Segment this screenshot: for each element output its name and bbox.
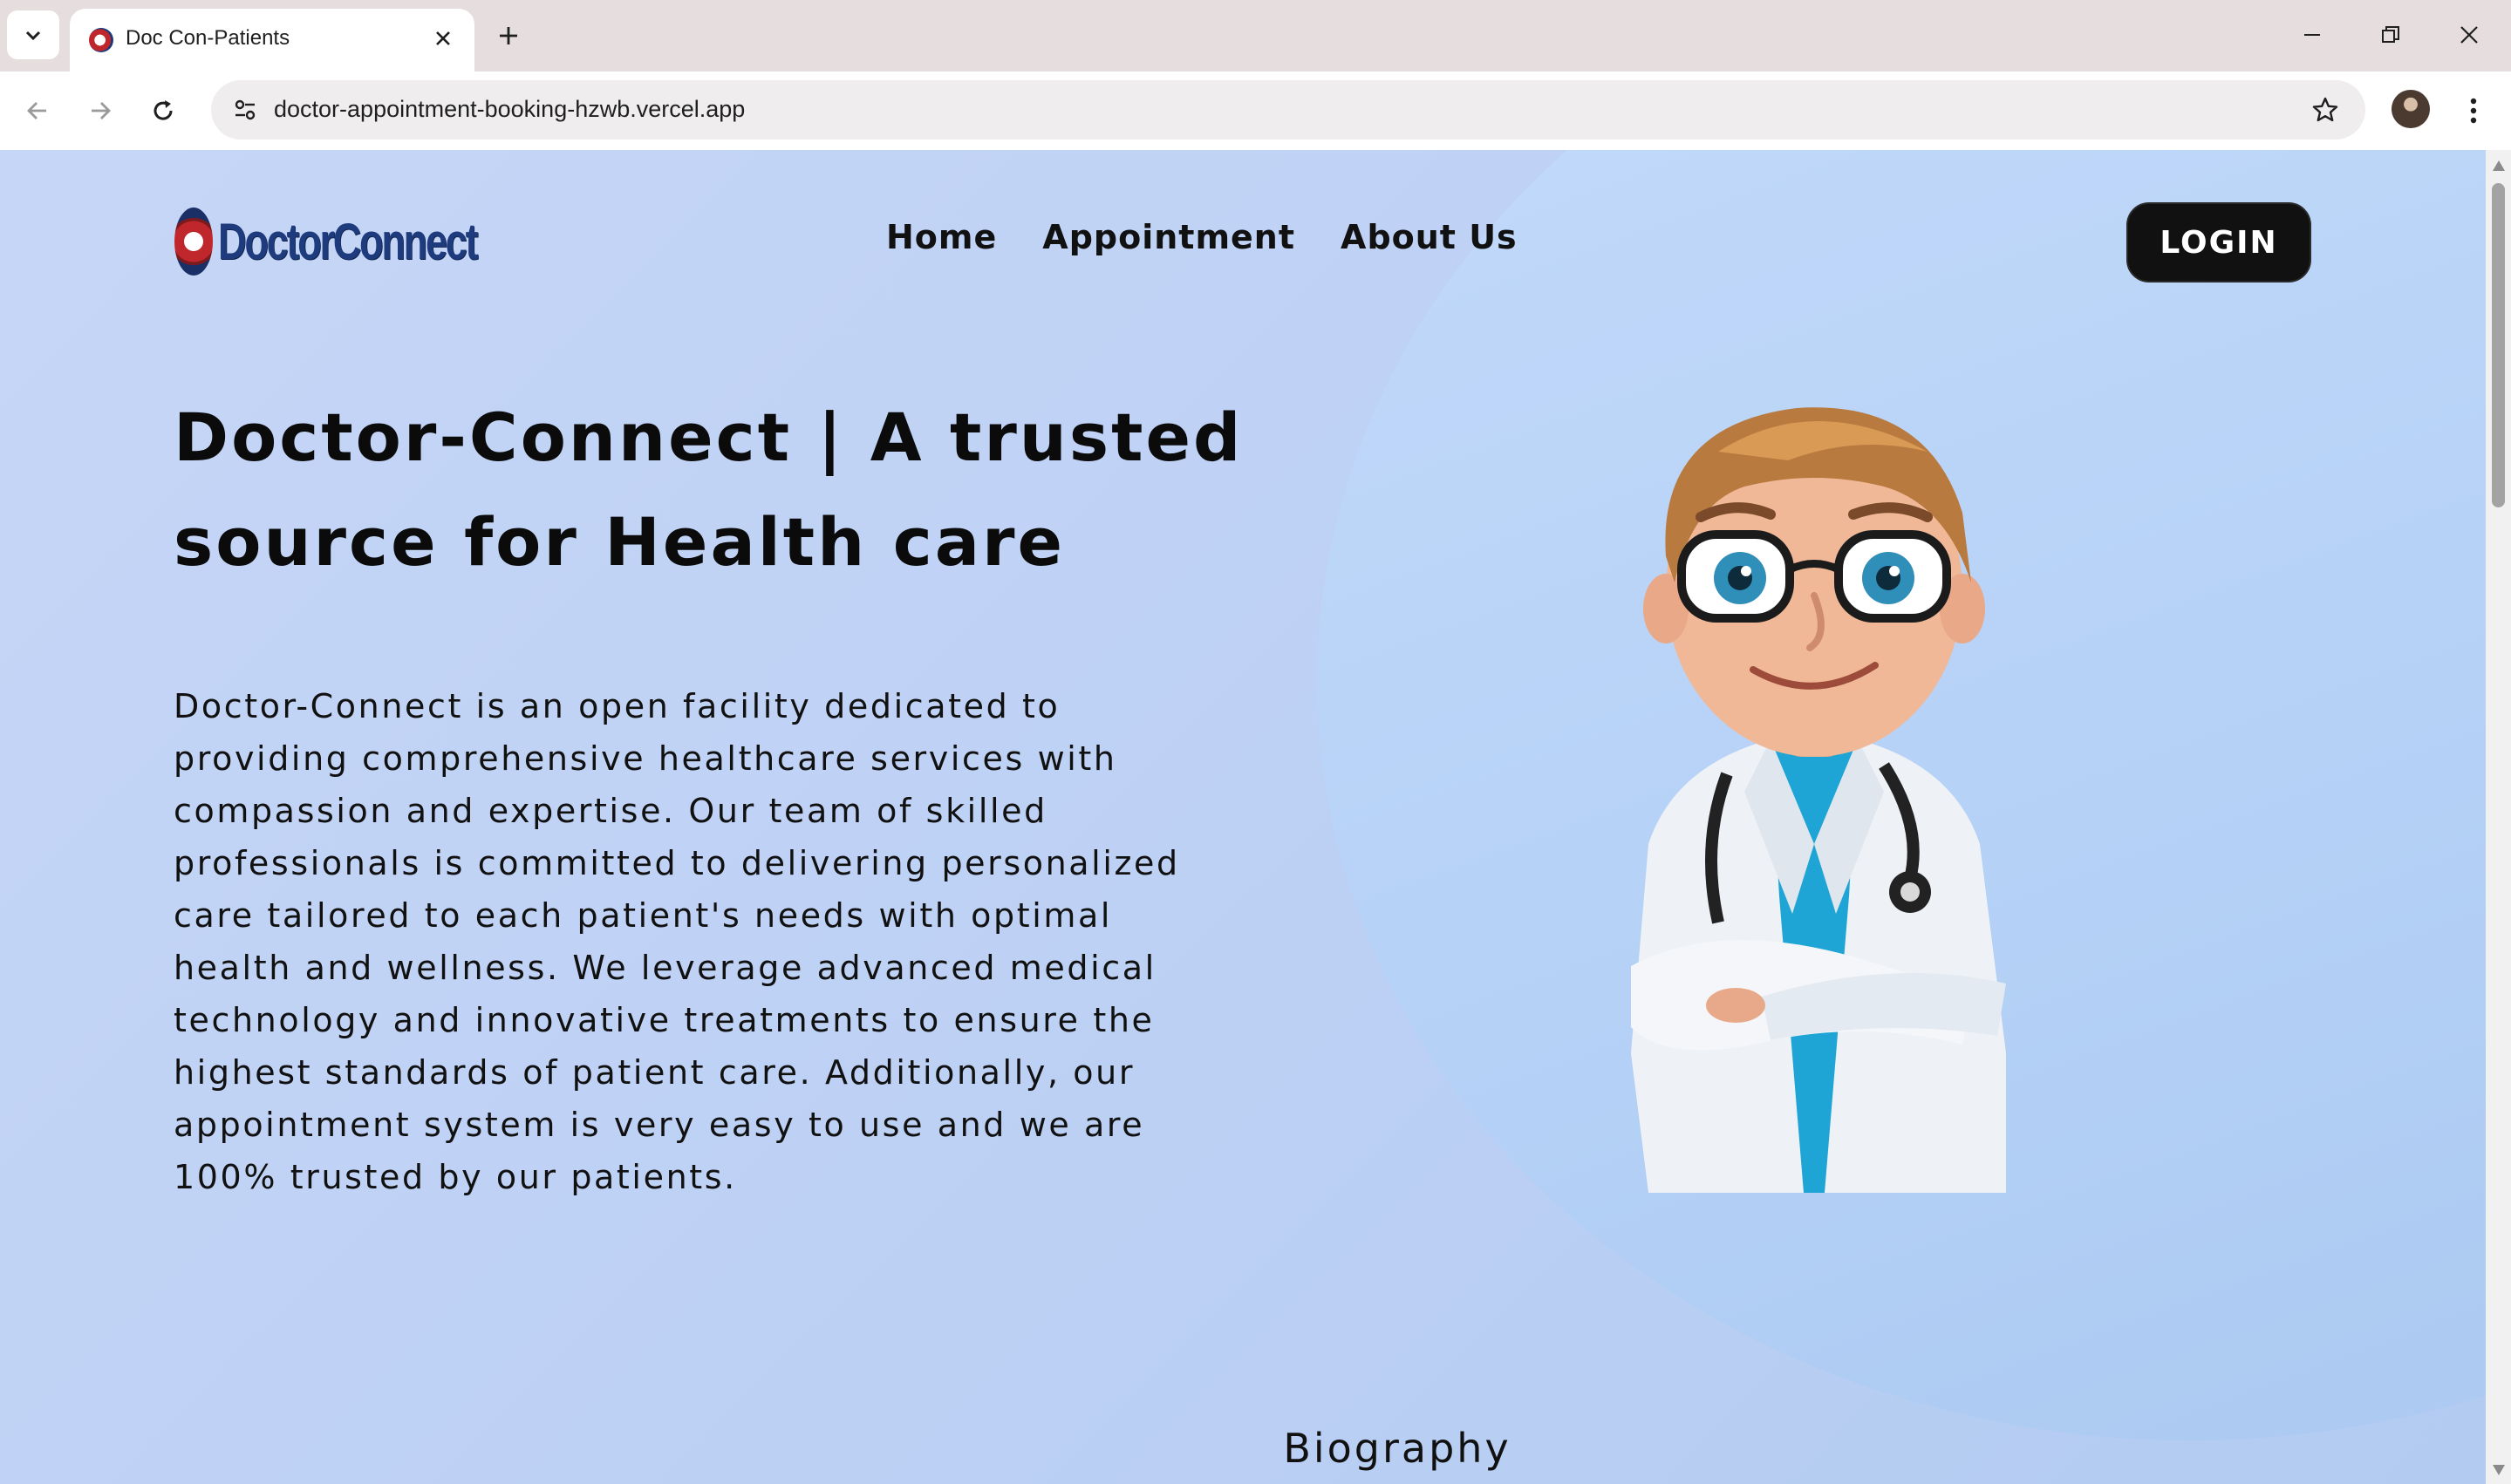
login-button[interactable]: LOGIN [2126,202,2311,283]
browser-toolbar: doctor-appointment-booking-hzwb.vercel.a… [0,71,2511,151]
browser-tab-active[interactable]: Doc Con-Patients [70,9,474,71]
minimize-button[interactable] [2282,9,2343,61]
scrollbar-thumb[interactable] [2492,183,2505,507]
plus-icon [500,27,517,44]
star-icon [2312,97,2338,122]
biography-heading: Biography [1283,1425,1511,1472]
nav-link-appointment[interactable]: Appointment [1042,218,1295,256]
tab-close-button[interactable] [426,21,461,56]
address-bar[interactable]: doctor-appointment-booking-hzwb.vercel.a… [211,80,2365,140]
new-tab-button[interactable] [488,16,529,56]
reload-button[interactable] [143,91,183,131]
page-scrollbar[interactable] [2486,150,2511,1484]
site-info-button[interactable] [225,90,265,130]
logo-text: DoctorConnect [218,213,479,270]
site-logo[interactable]: DoctorConnect [174,202,549,281]
nav-link-home[interactable]: Home [886,218,997,256]
close-icon [2460,26,2478,44]
close-icon [436,31,450,45]
page-viewport: DoctorConnect Home Appointment About Us … [0,150,2486,1484]
forward-button[interactable] [80,91,120,131]
hero-description: Doctor-Connect is an open facility dedic… [174,687,1180,1196]
browser-tab-strip: Doc Con-Patients [0,0,2511,71]
scroll-up-arrow-icon[interactable] [2493,160,2505,171]
logo-emblem-icon [174,208,213,276]
arrow-left-icon [27,102,46,119]
bookmark-button[interactable] [2306,91,2344,129]
url-text[interactable]: doctor-appointment-booking-hzwb.vercel.a… [274,96,745,123]
reload-icon [154,100,173,120]
main-nav: Home Appointment About Us [886,218,1518,256]
nav-link-about-us[interactable]: About Us [1341,218,1518,256]
doctor-illustration [1631,407,2006,1193]
minimize-icon [2304,34,2320,36]
more-vert-icon [2470,98,2477,124]
profile-avatar[interactable] [2392,90,2430,128]
tune-icon [235,99,256,120]
tab-search-button[interactable] [7,10,59,59]
site-favicon-icon [89,28,113,52]
back-button[interactable] [17,91,58,131]
restore-icon [2382,26,2399,43]
close-window-button[interactable] [2439,9,2500,61]
restore-button[interactable] [2360,9,2421,61]
scroll-down-arrow-icon[interactable] [2493,1465,2505,1475]
tab-title: Doc Con-Patients [126,26,290,50]
arrow-right-icon [92,102,111,119]
chevron-down-icon [25,31,41,41]
hero-title: Doctor-Connect | A trusted source for He… [174,398,1244,581]
browser-menu-button[interactable] [2454,91,2493,131]
